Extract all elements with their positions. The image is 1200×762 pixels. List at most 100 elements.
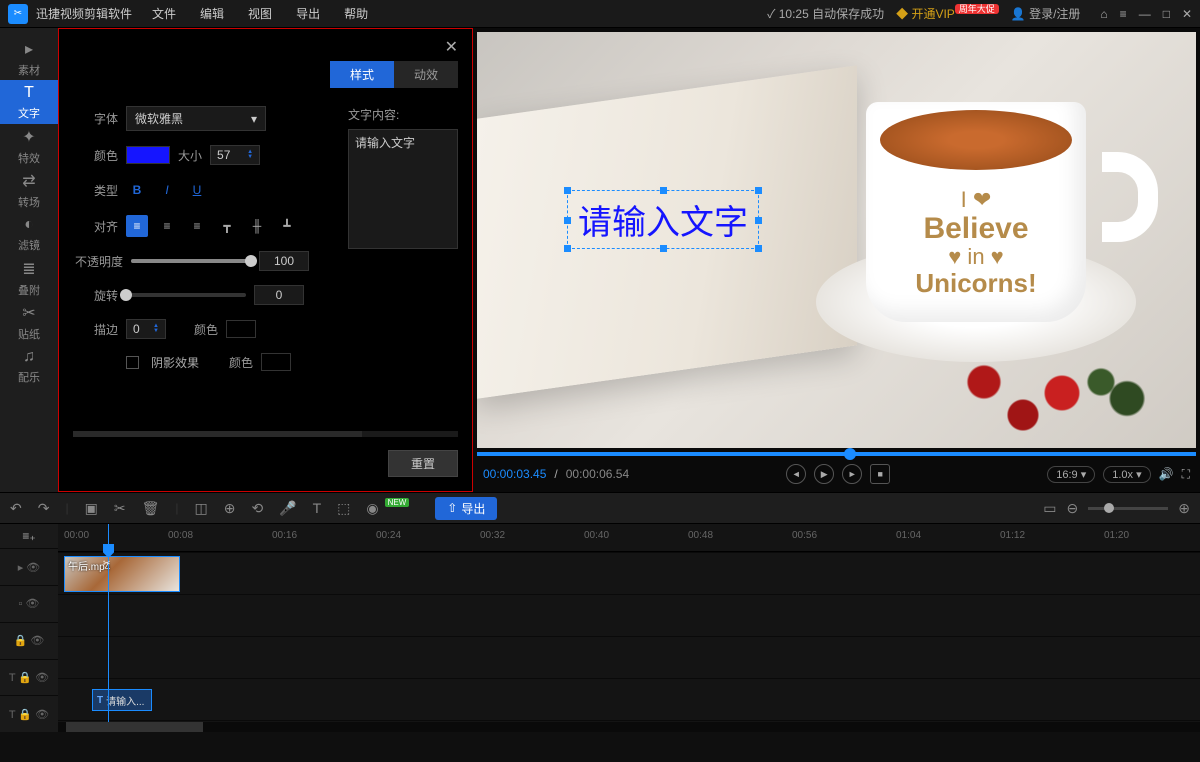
- timeline-scrollbar[interactable]: [58, 722, 1200, 732]
- sidebar-item-transition[interactable]: ⇄转场: [0, 168, 58, 212]
- rotate-slider[interactable]: [126, 293, 246, 297]
- video-clip[interactable]: 午后.mp4: [64, 556, 180, 592]
- stop-button[interactable]: ■: [870, 464, 890, 484]
- align-top-button[interactable]: ┳: [216, 215, 238, 237]
- tool-3[interactable]: ⟲: [251, 500, 263, 517]
- sidebar-item-filter[interactable]: ◐滤镜: [0, 212, 58, 256]
- maximize-icon[interactable]: □: [1163, 7, 1170, 21]
- menu-edit[interactable]: 编辑: [200, 5, 224, 22]
- next-frame-button[interactable]: ►: [842, 464, 862, 484]
- play-button[interactable]: ▶: [814, 464, 834, 484]
- zoom-slider[interactable]: [1088, 507, 1168, 510]
- rotate-label: 旋转: [73, 287, 118, 304]
- track-text1[interactable]: T请输入...: [58, 678, 1200, 720]
- preview-canvas[interactable]: I ❤Believe♥ in ♥Unicorns! 请输入文字: [477, 32, 1196, 448]
- minimize-icon[interactable]: —: [1139, 7, 1151, 21]
- track-audio[interactable]: [58, 636, 1200, 678]
- redo-button[interactable]: ↷: [38, 500, 50, 517]
- delete-button[interactable]: 🗑: [142, 500, 160, 517]
- menu-help[interactable]: 帮助: [344, 5, 368, 22]
- title-bar: ✂ 迅捷视频剪辑软件 文件 编辑 视图 导出 帮助 ✓ 10:25 自动保存成功…: [0, 0, 1200, 28]
- prev-frame-button[interactable]: ◄: [786, 464, 806, 484]
- text-style-panel: ✕ 样式 动效 字体 微软雅黑▾ 颜色 大小 57▲▼ 类型 B: [58, 28, 473, 492]
- textcontent-input[interactable]: 请输入文字: [348, 129, 458, 249]
- size-input[interactable]: 57▲▼: [210, 145, 260, 165]
- track-text2-header[interactable]: T 🔒 👁: [0, 695, 58, 732]
- fit-button[interactable]: ▭: [1043, 500, 1056, 517]
- add-track-button[interactable]: ≡₊: [0, 524, 58, 548]
- stroke-color-swatch[interactable]: [226, 320, 256, 338]
- sidebar-item-media[interactable]: ▸素材: [0, 36, 58, 80]
- sidebar-item-effects[interactable]: ✦特效: [0, 124, 58, 168]
- sidebar-item-music[interactable]: ♫配乐: [0, 344, 58, 388]
- track-video[interactable]: 午后.mp4: [58, 552, 1200, 594]
- tool-1[interactable]: ◫: [194, 500, 207, 517]
- underline-button[interactable]: U: [186, 179, 208, 201]
- track-overlay[interactable]: [58, 594, 1200, 636]
- font-select[interactable]: 微软雅黑▾: [126, 106, 266, 131]
- aspect-ratio-select[interactable]: 16:9 ▾: [1047, 466, 1095, 483]
- export-button[interactable]: ⇧ 导出: [435, 497, 497, 520]
- volume-icon[interactable]: 🔊: [1159, 467, 1174, 481]
- menu-export[interactable]: 导出: [296, 5, 320, 22]
- track-audio-header[interactable]: 🔒 👁: [0, 622, 58, 659]
- timeline-ruler[interactable]: 00:0000:0800:1600:2400:3200:4000:4800:56…: [58, 524, 1200, 552]
- sidebar-item-overlay[interactable]: ≣叠附: [0, 256, 58, 300]
- tool-2[interactable]: ⊕: [224, 500, 236, 517]
- split-button[interactable]: ✂: [114, 500, 126, 517]
- align-right-button[interactable]: ≡: [186, 215, 208, 237]
- home-icon[interactable]: ⌂: [1100, 7, 1107, 21]
- speed-select[interactable]: 1.0x ▾: [1103, 466, 1150, 483]
- panel-close-icon[interactable]: ✕: [445, 37, 458, 57]
- vip-button[interactable]: ◆ 开通VIP周年大促: [896, 5, 999, 22]
- stroke-color-label: 颜色: [194, 321, 218, 338]
- bold-button[interactable]: B: [126, 179, 148, 201]
- sidebar-item-text[interactable]: T文字: [0, 80, 58, 124]
- size-label: 大小: [178, 147, 202, 164]
- menu-file[interactable]: 文件: [152, 5, 176, 22]
- text-clip[interactable]: T请输入...: [92, 689, 152, 711]
- color-label: 颜色: [73, 147, 118, 164]
- rotate-input[interactable]: 0: [254, 285, 304, 305]
- crop-button[interactable]: ▣: [85, 500, 98, 517]
- menu-icon[interactable]: ≡: [1120, 7, 1127, 21]
- italic-button[interactable]: I: [156, 179, 178, 201]
- tab-style[interactable]: 样式: [330, 61, 394, 88]
- menu-view[interactable]: 视图: [248, 5, 272, 22]
- stroke-input[interactable]: 0▲▼: [126, 319, 166, 339]
- align-left-button[interactable]: ≡: [126, 215, 148, 237]
- preview-area: I ❤Believe♥ in ♥Unicorns! 请输入文字 00:00:03…: [473, 28, 1200, 492]
- mic-button[interactable]: 🎤: [279, 500, 296, 517]
- align-center-button[interactable]: ≡: [156, 215, 178, 237]
- undo-button[interactable]: ↶: [10, 500, 22, 517]
- text-overlay[interactable]: 请输入文字: [567, 190, 759, 249]
- zoom-out-button[interactable]: ⊖: [1067, 500, 1079, 517]
- track-video-header[interactable]: ▸ 👁: [0, 548, 58, 585]
- close-icon[interactable]: ✕: [1182, 7, 1192, 21]
- panel-scrollbar[interactable]: [73, 431, 458, 437]
- shadow-color-swatch[interactable]: [261, 353, 291, 371]
- align-middle-button[interactable]: ╫: [246, 215, 268, 237]
- align-bottom-button[interactable]: ┻: [276, 215, 298, 237]
- sidebar-item-sticker[interactable]: ✂贴纸: [0, 300, 58, 344]
- playhead[interactable]: ✂: [108, 524, 109, 732]
- shadow-color-label: 颜色: [229, 354, 253, 371]
- track-text1-header[interactable]: T 🔒 👁: [0, 659, 58, 696]
- preview-progress[interactable]: [477, 452, 1196, 456]
- tab-motion[interactable]: 动效: [394, 61, 458, 88]
- fullscreen-icon[interactable]: ⛶: [1182, 467, 1190, 482]
- opacity-slider[interactable]: [131, 259, 251, 263]
- opacity-input[interactable]: 100: [259, 251, 309, 271]
- text-color-swatch[interactable]: [126, 146, 170, 164]
- tool-6[interactable]: ◉: [366, 500, 378, 517]
- shadow-checkbox[interactable]: [126, 356, 139, 369]
- text-tool[interactable]: T: [313, 500, 322, 516]
- time-current: 00:00:03.45: [483, 467, 546, 481]
- zoom-in-button[interactable]: ⊕: [1178, 500, 1190, 517]
- tool-5[interactable]: ⬚: [337, 500, 350, 517]
- login-button[interactable]: 👤 登录/注册: [1011, 5, 1081, 22]
- font-label: 字体: [73, 110, 118, 127]
- reset-button[interactable]: 重置: [388, 450, 458, 477]
- track-overlay-header[interactable]: ▫ 👁: [0, 585, 58, 622]
- timeline: ≡₊ ▸ 👁 ▫ 👁 🔒 👁 T 🔒 👁 T 🔒 👁 00:0000:0800:…: [0, 524, 1200, 732]
